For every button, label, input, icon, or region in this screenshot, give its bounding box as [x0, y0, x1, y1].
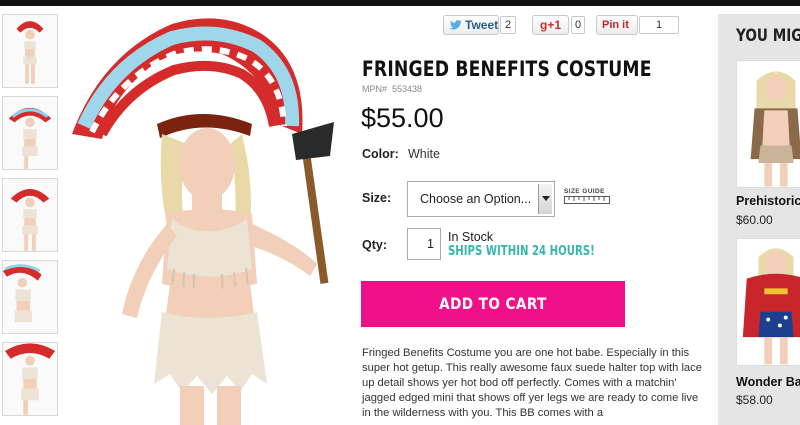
product-price: $55.00 [361, 103, 444, 133]
top-bar [0, 0, 800, 6]
mpn-value: 553438 [392, 84, 423, 94]
tweet-label: Tweet [465, 18, 499, 32]
product-mpn: MPN# 553438 [362, 84, 422, 94]
color-row: Color: White [362, 147, 440, 161]
pinterest-count: 1 [639, 16, 679, 34]
recommended-photo-1 [737, 61, 800, 187]
product-thumbnail[interactable] [2, 342, 58, 416]
ruler-icon [564, 196, 610, 204]
mpn-label: MPN# [362, 84, 388, 94]
recommended-product-price: $58.00 [736, 393, 773, 407]
sidebar-title: YOU MIGHT [736, 26, 800, 46]
tweet-count: 2 [500, 16, 516, 34]
add-to-cart-label: ADD TO CART [439, 294, 547, 313]
size-label: Size: [362, 191, 392, 205]
thumbnail-image-4 [3, 261, 57, 333]
product-description: Fringed Benefits Costume you are one hot… [362, 347, 702, 419]
recommendations-sidebar: YOU MIGHT Prehistoric $60.00 Wonde [718, 14, 800, 425]
dropdown-arrow[interactable] [538, 184, 552, 214]
add-to-cart-button[interactable]: ADD TO CART [361, 281, 625, 327]
product-thumbnail[interactable] [2, 260, 58, 334]
main-product-image[interactable] [62, 14, 352, 425]
recommended-product-name[interactable]: Prehistoric [736, 194, 800, 208]
tweet-button[interactable]: Tweet [443, 15, 499, 35]
product-thumbnail[interactable] [2, 96, 58, 170]
thumbnail-image-2 [3, 97, 57, 169]
color-value: White [408, 147, 440, 161]
google-plus-count: 0 [571, 16, 585, 34]
recommended-product-price: $60.00 [736, 213, 773, 227]
twitter-bird-icon [449, 20, 462, 30]
size-guide-label: SIZE GUIDE [564, 188, 605, 195]
product-title: FRINGED BENEFITS COSTUME [362, 57, 652, 81]
product-thumbnail[interactable] [2, 178, 58, 252]
shipping-note: SHIPS WITHIN 24 HOURS! [448, 244, 595, 259]
recommended-product-image[interactable] [736, 60, 800, 188]
recommended-product-image[interactable] [736, 238, 800, 366]
size-guide-link[interactable]: SIZE GUIDE [564, 188, 612, 204]
product-thumbnail[interactable] [2, 14, 58, 88]
quantity-input[interactable]: 1 [407, 228, 441, 260]
product-photo [62, 14, 352, 425]
google-plus-button[interactable]: g+1 [532, 15, 569, 35]
google-plus-label: +1 [547, 18, 562, 32]
size-select-value: Choose an Option... [420, 192, 532, 206]
size-select[interactable]: Choose an Option... [407, 181, 555, 217]
pinterest-label: Pin it [602, 19, 629, 31]
thumbnail-image-5 [3, 343, 57, 415]
recommended-product-name[interactable]: Wonder Ba [736, 375, 800, 389]
color-label: Color: [362, 147, 399, 161]
stock-status: In Stock [448, 230, 494, 244]
pinterest-button[interactable]: Pin it [596, 15, 638, 35]
qty-label: Qty: [362, 238, 387, 252]
thumbnail-image-3 [3, 179, 57, 251]
chevron-down-icon [542, 196, 550, 201]
thumbnail-image-1 [3, 15, 57, 87]
recommended-photo-2 [737, 239, 800, 365]
